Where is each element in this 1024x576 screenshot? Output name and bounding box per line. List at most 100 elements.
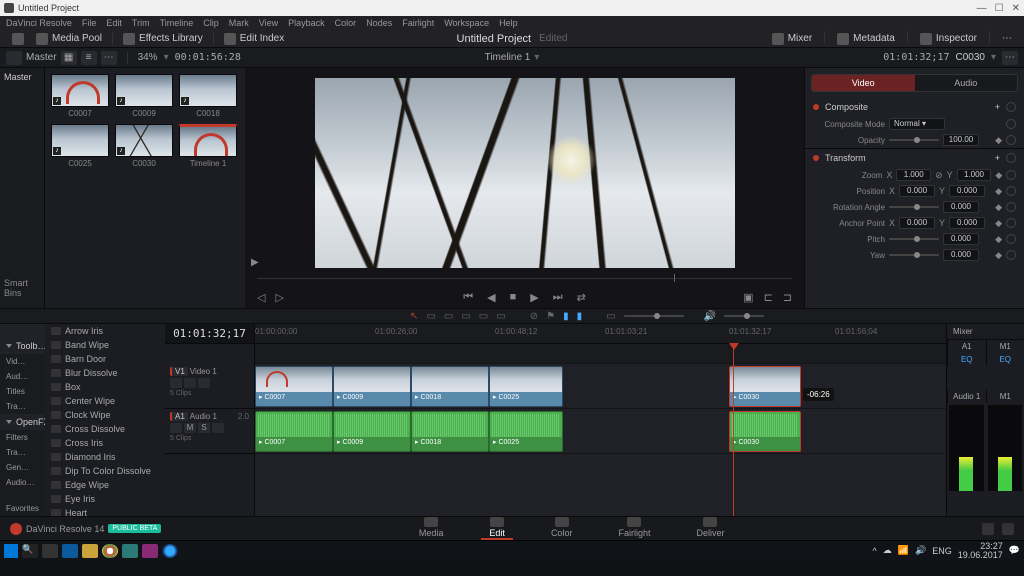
pos-x-input[interactable]: 0.000 <box>899 185 935 197</box>
audio-clip[interactable]: ▸ C0030 <box>729 411 801 452</box>
settings-icon[interactable] <box>1002 523 1014 535</box>
mixer-eq[interactable]: EQ <box>986 353 1024 366</box>
menu-item[interactable]: Fairlight <box>402 18 434 28</box>
trk-option-icon[interactable] <box>212 423 224 433</box>
fx-item[interactable]: Blur Dissolve <box>45 366 165 380</box>
marker-icon[interactable]: ▮ <box>563 311 569 322</box>
viewer-scrubber[interactable] <box>257 272 792 286</box>
taskbar-app-chrome[interactable] <box>102 544 118 558</box>
options-icon[interactable]: ⋯ <box>1002 51 1018 65</box>
smart-bins-label[interactable]: Smart Bins <box>4 278 40 304</box>
yaw-input[interactable]: 0.000 <box>943 249 979 261</box>
pos-y-input[interactable]: 0.000 <box>949 185 985 197</box>
trk-option-icon[interactable] <box>184 378 196 388</box>
favorites-label[interactable]: Favorites <box>0 501 45 516</box>
pitch-slider[interactable] <box>889 238 939 240</box>
opacity-slider[interactable] <box>889 139 939 141</box>
fx-item[interactable]: Arrow Iris <box>45 324 165 338</box>
volume-icon[interactable]: 🔊 <box>915 545 926 556</box>
fx-item[interactable]: Cross Dissolve <box>45 422 165 436</box>
playhead-marker[interactable] <box>674 274 675 282</box>
anchor-y-input[interactable]: 0.000 <box>949 217 985 229</box>
flag-icon[interactable]: ⚑ <box>546 311 555 322</box>
audio-clip[interactable]: ▸ C0007 <box>255 411 333 452</box>
playhead[interactable] <box>733 344 734 516</box>
network-icon[interactable]: 📶 <box>898 545 909 556</box>
fx-item[interactable]: Cross Iris <box>45 436 165 450</box>
volume-slider[interactable] <box>724 315 764 317</box>
page-color[interactable]: Color <box>543 517 581 540</box>
menu-item[interactable]: Mark <box>229 18 249 28</box>
page-deliver[interactable]: Deliver <box>688 517 732 540</box>
video-clip[interactable]: ▸ C0025 <box>489 366 563 407</box>
next-edit-icon[interactable]: ▷ <box>275 291 283 304</box>
timeline-thumb[interactable]: Timeline 1 <box>179 124 237 168</box>
fx-item[interactable]: Barn Door <box>45 352 165 366</box>
taskbar-app-mail[interactable] <box>122 544 138 558</box>
fx-nav-item[interactable]: Vid… <box>0 354 45 369</box>
audio-clip[interactable]: ▸ C0009 <box>333 411 411 452</box>
taskbar-app-resolve[interactable] <box>162 544 178 558</box>
start-button[interactable] <box>4 544 18 558</box>
toolbox-header[interactable]: Toolb… <box>0 338 45 354</box>
tray-expand-icon[interactable]: ^ <box>873 546 877 556</box>
taskbar-app-explorer[interactable] <box>82 544 98 558</box>
link-icon[interactable]: ⊘ <box>935 170 943 181</box>
page-media[interactable]: Media <box>411 517 452 540</box>
clip-thumb[interactable]: ♪C0007 <box>51 74 109 118</box>
page-fairlight[interactable]: Fairlight <box>610 517 658 540</box>
options-icon[interactable]: ⋯ <box>996 31 1018 47</box>
task-view-icon[interactable] <box>42 544 58 558</box>
language-indicator[interactable]: ENG <box>932 546 952 556</box>
menu-item[interactable]: Trim <box>132 18 150 28</box>
video-clip[interactable]: ▸ C0007 <box>255 366 333 407</box>
menu-item[interactable]: View <box>259 18 278 28</box>
menu-item[interactable]: Clip <box>203 18 219 28</box>
mixer-eq[interactable]: EQ <box>947 353 986 366</box>
composite-mode-select[interactable]: Normal ▾ <box>889 118 945 130</box>
inspector-tab-audio[interactable]: Audio <box>915 75 1018 91</box>
pitch-input[interactable]: 0.000 <box>943 233 979 245</box>
master-bin[interactable]: Master <box>4 72 40 82</box>
reset-icon[interactable] <box>1006 234 1016 244</box>
menu-item[interactable]: DaVinci Resolve <box>6 18 72 28</box>
fx-nav-item[interactable]: Aud… <box>0 369 45 384</box>
snap-icon[interactable]: ▭ <box>606 311 615 322</box>
play-icon[interactable]: ▶ <box>530 291 538 304</box>
step-back-icon[interactable]: ◀ <box>487 291 495 304</box>
mark-in-icon[interactable]: ▶ <box>251 257 259 268</box>
mark-out-icon[interactable]: ⊐ <box>783 291 792 304</box>
fx-nav-item[interactable]: Audio… <box>0 475 45 490</box>
reset-icon[interactable] <box>1006 218 1016 228</box>
menu-item[interactable]: Color <box>335 18 357 28</box>
fx-item[interactable]: Diamond Iris <box>45 450 165 464</box>
reset-icon[interactable] <box>1006 186 1016 196</box>
clip-thumb[interactable]: ♪C0030 <box>115 124 173 168</box>
blade-tool-icon[interactable]: ▭ <box>426 311 435 322</box>
fx-item[interactable]: Dip To Color Dissolve <box>45 464 165 478</box>
master-bin-label[interactable]: Master <box>26 52 57 63</box>
mixer-fader[interactable] <box>949 405 984 491</box>
last-frame-icon[interactable]: ⏭ <box>553 291 563 304</box>
list-view-icon[interactable]: ≡ <box>81 51 97 65</box>
thumb-view-icon[interactable]: ▦ <box>61 51 77 65</box>
reset-icon[interactable] <box>1006 135 1016 145</box>
timeline-zoom-slider[interactable] <box>624 315 684 317</box>
link-tool-icon[interactable]: ⊘ <box>530 311 538 322</box>
taskbar-app[interactable] <box>142 544 158 558</box>
notifications-icon[interactable]: 💬 <box>1009 545 1020 556</box>
fx-item[interactable]: Band Wipe <box>45 338 165 352</box>
fx-nav-item[interactable]: Tra… <box>0 399 45 414</box>
menu-item[interactable]: Playback <box>288 18 325 28</box>
composite-header[interactable]: Composite+ <box>805 98 1024 116</box>
fx-nav-item[interactable]: Gen… <box>0 460 45 475</box>
menu-item[interactable]: Workspace <box>444 18 489 28</box>
reset-icon[interactable] <box>1006 119 1016 129</box>
video-clip[interactable]: ▸ C0030 <box>729 366 801 407</box>
clip-thumb[interactable]: ♪C0018 <box>179 74 237 118</box>
video-clip[interactable]: ▸ C0009 <box>333 366 411 407</box>
fx-item[interactable]: Center Wipe <box>45 394 165 408</box>
audio-clip[interactable]: ▸ C0025 <box>489 411 563 452</box>
insert-tool-icon[interactable]: ▭ <box>444 311 453 322</box>
mixer-track-a1[interactable]: A1 <box>947 340 986 353</box>
